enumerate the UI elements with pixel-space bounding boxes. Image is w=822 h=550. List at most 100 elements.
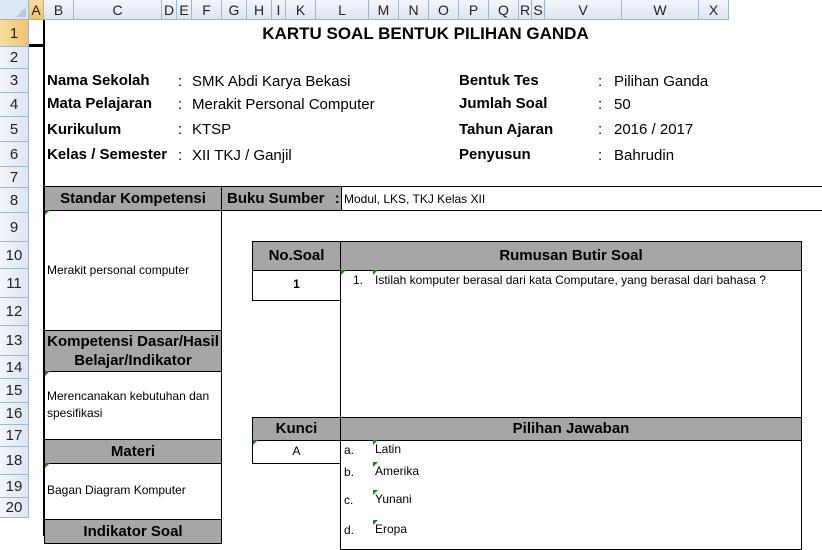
materi-cell[interactable]: Bagan Diagram Komputer bbox=[44, 463, 222, 520]
column-header-p[interactable]: P bbox=[459, 0, 489, 20]
row-header-12[interactable]: 12 bbox=[0, 298, 29, 326]
kompetensi-dasar-text-line2: spesifikasi bbox=[47, 406, 103, 420]
no-soal-header: No.Soal bbox=[252, 241, 341, 271]
select-all-corner[interactable] bbox=[0, 0, 29, 20]
row-header-1[interactable]: 1 bbox=[0, 20, 29, 47]
row-header-7[interactable]: 7 bbox=[0, 167, 29, 188]
row-header-15[interactable]: 15 bbox=[0, 379, 29, 403]
column-header-a[interactable]: A bbox=[29, 0, 44, 20]
buku-sumber-label: Buku Sumber bbox=[227, 190, 325, 207]
pilihan-jawaban-header: Pilihan Jawaban bbox=[340, 417, 802, 441]
column-header-q[interactable]: Q bbox=[489, 0, 519, 20]
row-header-4[interactable]: 4 bbox=[0, 93, 29, 117]
value-kelas-semester: XII TKJ / Ganjil bbox=[192, 147, 292, 164]
sep: : bbox=[598, 73, 603, 90]
indikator-soal-header: Indikator Soal bbox=[44, 519, 222, 544]
row-header-11[interactable]: 11 bbox=[0, 269, 29, 298]
row-header-16[interactable]: 16 bbox=[0, 403, 29, 425]
option-text-a: Latin bbox=[375, 442, 402, 456]
rumusan-header: Rumusan Butir Soal bbox=[340, 241, 802, 271]
row-header-17[interactable]: 17 bbox=[0, 425, 29, 447]
column-header-n[interactable]: N bbox=[399, 0, 429, 20]
comment-indicator bbox=[341, 270, 346, 275]
option-text-c: Yunani bbox=[375, 492, 412, 506]
option-key-c: c. bbox=[344, 493, 354, 507]
comment-indicator bbox=[45, 463, 50, 468]
kunci-cell[interactable]: A bbox=[252, 440, 341, 464]
rumusan-cell[interactable]: 1. Istilah komputer berasal dari kata Co… bbox=[340, 270, 802, 418]
sep: : bbox=[178, 147, 183, 164]
row-header-8[interactable]: 8 bbox=[0, 188, 29, 213]
pilihan-jawaban-cell[interactable]: a. Latin b. Amerika c. Yunani d. Eropa bbox=[340, 440, 802, 550]
column-header-x[interactable]: X bbox=[699, 0, 729, 20]
row-header-6[interactable]: 6 bbox=[0, 142, 29, 167]
kunci-header: Kunci bbox=[252, 417, 341, 441]
column-header-c[interactable]: C bbox=[74, 0, 162, 20]
kompetensi-dasar-cell[interactable]: Merencanakan kebutuhan dan spesifikasi bbox=[44, 371, 222, 440]
sep: : bbox=[598, 96, 603, 113]
row-header-10[interactable]: 10 bbox=[0, 242, 29, 269]
column-header-s[interactable]: S bbox=[532, 0, 545, 20]
sep: : bbox=[178, 121, 183, 138]
kompetensi-dasar-header-line2: Belajar/Indikator bbox=[74, 352, 192, 369]
row-header-13[interactable]: 13 bbox=[0, 326, 29, 356]
kompetensi-dasar-text-line1: Merencanakan kebutuhan dan bbox=[47, 389, 210, 403]
standar-kompetensi-header: Standar Kompetensi bbox=[44, 186, 222, 211]
column-header-g[interactable]: G bbox=[222, 0, 247, 20]
value-jumlah-soal: 50 bbox=[614, 96, 631, 113]
buku-sumber-cell[interactable]: Modul, LKS, TKJ Kelas XII bbox=[341, 186, 822, 211]
row-header-3[interactable]: 3 bbox=[0, 69, 29, 93]
option-key-b: b. bbox=[344, 465, 355, 479]
standar-kompetensi-cell[interactable]: Merakit personal computer bbox=[44, 210, 222, 331]
column-header-o[interactable]: O bbox=[429, 0, 459, 20]
row-header-2[interactable]: 2 bbox=[0, 47, 29, 69]
sep: : bbox=[598, 147, 603, 164]
column-header-b[interactable]: B bbox=[44, 0, 74, 20]
buku-sumber-sep: : bbox=[334, 190, 340, 207]
label-penyusun: Penyusun bbox=[459, 146, 531, 163]
kunci-value: A bbox=[292, 444, 301, 458]
question-number: 1. bbox=[353, 273, 364, 287]
label-jumlah-soal: Jumlah Soal bbox=[459, 95, 548, 112]
buku-sumber-label-cell: Buku Sumber : bbox=[221, 186, 342, 211]
label-tahun-ajaran: Tahun Ajaran bbox=[459, 121, 554, 138]
column-header-v[interactable]: V bbox=[545, 0, 622, 20]
standar-kompetensi-text: Merakit personal computer bbox=[47, 263, 190, 277]
column-header-f[interactable]: F bbox=[192, 0, 222, 20]
materi-header: Materi bbox=[44, 439, 222, 464]
sep: : bbox=[178, 96, 183, 113]
label-kurikulum: Kurikulum bbox=[47, 121, 122, 138]
no-soal-value: 1 bbox=[293, 277, 300, 291]
column-header-i[interactable]: I bbox=[272, 0, 286, 20]
row-header-20[interactable]: 20 bbox=[0, 498, 29, 518]
worksheet-grid[interactable]: KARTU SOAL BENTUK PILIHAN GANDA Nama Sek… bbox=[29, 20, 822, 550]
value-penyusun: Bahrudin bbox=[614, 147, 675, 164]
column-header-l[interactable]: L bbox=[316, 0, 369, 20]
column-header-h[interactable]: H bbox=[247, 0, 272, 20]
sep: : bbox=[598, 121, 603, 138]
question-text: Istilah komputer berasal dari kata Compu… bbox=[375, 273, 766, 287]
column-header-e[interactable]: E bbox=[177, 0, 192, 20]
row-header-5[interactable]: 5 bbox=[0, 117, 29, 142]
row-header-19[interactable]: 19 bbox=[0, 475, 29, 498]
column-header-m[interactable]: M bbox=[369, 0, 399, 20]
value-bentuk-tes: Pilihan Ganda bbox=[614, 73, 709, 90]
label-kelas-semester: Kelas / Semester bbox=[47, 146, 168, 163]
kompetensi-dasar-header-line1: Kompetensi Dasar/Hasil bbox=[47, 333, 219, 350]
value-nama-sekolah: SMK Abdi Karya Bekasi bbox=[192, 73, 351, 90]
page-title: KARTU SOAL BENTUK PILIHAN GANDA bbox=[262, 24, 589, 43]
row-header-14[interactable]: 14 bbox=[0, 356, 29, 379]
label-nama-sekolah: Nama Sekolah bbox=[47, 72, 150, 89]
row-header-18[interactable]: 18 bbox=[0, 447, 29, 475]
value-tahun-ajaran: 2016 / 2017 bbox=[614, 121, 694, 138]
row-header-9[interactable]: 9 bbox=[0, 213, 29, 242]
column-header-k[interactable]: K bbox=[286, 0, 316, 20]
column-header-w[interactable]: W bbox=[622, 0, 699, 20]
column-header-r[interactable]: R bbox=[519, 0, 532, 20]
option-text-b: Amerika bbox=[375, 464, 420, 478]
buku-sumber-value: Modul, LKS, TKJ Kelas XII bbox=[344, 192, 486, 206]
comment-indicator bbox=[45, 210, 50, 215]
no-soal-cell[interactable]: 1 bbox=[252, 270, 341, 301]
label-bentuk-tes: Bentuk Tes bbox=[459, 72, 539, 89]
column-header-d[interactable]: D bbox=[162, 0, 177, 20]
